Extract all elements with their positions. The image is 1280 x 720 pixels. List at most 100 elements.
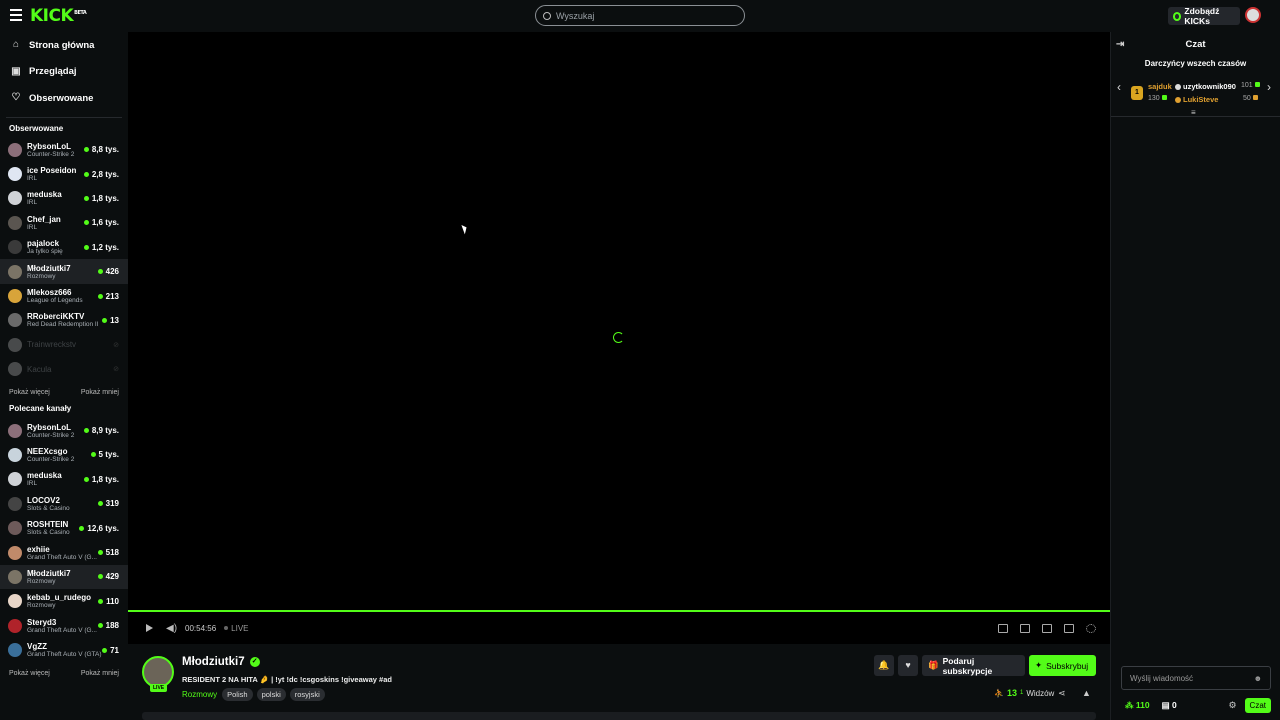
settings-gear-icon[interactable] xyxy=(1086,623,1096,633)
live-dot-icon xyxy=(83,195,89,201)
nav-home[interactable]: ⌂ Strona główna xyxy=(0,32,128,59)
streamer-name-row: Młodziutki7 ✓ xyxy=(182,656,260,668)
rank-badge: 1 xyxy=(1131,86,1143,100)
collapse-chat-icon[interactable]: ⇥ xyxy=(1116,39,1124,50)
menu-icon[interactable] xyxy=(10,9,22,21)
channel-item[interactable]: kebab_u_rudego Rozmowy 110 xyxy=(0,589,128,613)
chevron-right-icon[interactable]: › xyxy=(1267,80,1271,94)
subscribe-button[interactable]: ✦ Subskrybuj xyxy=(1029,655,1096,676)
live-dot-icon xyxy=(97,293,103,299)
loading-spinner-icon xyxy=(613,332,624,343)
play-icon[interactable] xyxy=(146,624,153,632)
channel-points[interactable]: ⁂ 110 xyxy=(1125,700,1150,711)
streamer-name[interactable]: Młodziutki7 xyxy=(182,656,245,668)
channel-item[interactable]: Kacula ⊘ xyxy=(0,357,128,381)
mini-player-icon[interactable] xyxy=(998,623,1008,633)
followed-show-more[interactable]: Pokaż więcej xyxy=(9,389,50,396)
chat-message-input[interactable]: Wyślij wiadomość ☻ xyxy=(1121,666,1271,690)
clip-icon[interactable] xyxy=(1020,623,1030,633)
search-input[interactable] xyxy=(556,10,736,21)
channel-avatar xyxy=(8,594,22,609)
channel-item[interactable]: RybsonLoL Counter-Strike 2 8,8 tys. xyxy=(0,138,128,162)
channel-text: Mlekosz666 League of Legends xyxy=(27,288,98,304)
gifter-2[interactable]: uzytkownik090 xyxy=(1175,82,1236,91)
recommended-show-controls: Pokaż więcej Pokaż mniej xyxy=(0,670,128,677)
sub-coin-icon xyxy=(1252,95,1258,100)
channel-text: VgZZ Grand Theft Auto V (GTA) xyxy=(27,642,102,658)
nav-following[interactable]: ♡ Obserwowane xyxy=(0,85,128,112)
tag[interactable]: Polish xyxy=(222,688,253,701)
channel-avatar xyxy=(8,313,22,328)
channel-item[interactable]: Trainwreckstv ⊘ xyxy=(0,333,128,357)
tag[interactable]: polski xyxy=(256,688,286,701)
gifters-title: Darczyńcy wszech czasów xyxy=(1144,59,1247,68)
get-kicks-button[interactable]: Zdobądź KICKs xyxy=(1168,6,1240,26)
star-icon: ✦ xyxy=(1035,660,1043,670)
channel-category: IRL xyxy=(27,480,38,488)
recommended-show-less[interactable]: Pokaż mniej xyxy=(81,670,119,677)
fullscreen-icon[interactable] xyxy=(1064,623,1074,633)
channel-item[interactable]: Młodziutki7 Rozmowy 426 xyxy=(0,259,128,284)
channel-item[interactable]: Młodziutki7 Rozmowy 429 xyxy=(0,564,128,590)
viewer-count: 1,8 tys. xyxy=(83,194,119,203)
channel-name: Kacula xyxy=(27,364,52,374)
gifts-counter[interactable]: ▤ 0 xyxy=(1162,700,1177,711)
user-badge-icon xyxy=(1175,84,1181,90)
notification-bell-icon[interactable]: 🔔 xyxy=(874,655,894,676)
recommended-show-more[interactable]: Pokaż więcej xyxy=(9,670,50,677)
channel-item[interactable]: meduska IRL 1,8 tys. xyxy=(0,467,128,491)
gift-subscription-button[interactable]: 🎁 Podaruj subskrypcje xyxy=(922,655,1025,676)
channel-category: League of Legends xyxy=(27,297,83,305)
channel-item[interactable]: Chef_jan IRL 1,6 tys. xyxy=(0,211,128,235)
viewers-sup: 1 xyxy=(1019,690,1024,696)
channel-name: RRoberciKKTV xyxy=(27,312,85,322)
nav-following-label: Obserwowane xyxy=(29,92,94,104)
volume-icon[interactable]: ◀) xyxy=(166,623,177,634)
viewer-count: 518 xyxy=(97,548,119,558)
gifter-amount-value: 50 xyxy=(1243,95,1251,102)
send-chat-button[interactable]: Czat xyxy=(1244,697,1271,713)
channel-category: Grand Theft Auto V (G... xyxy=(27,626,97,634)
channel-item[interactable]: ice Poseidon IRL 2,8 tys. xyxy=(0,162,128,186)
channel-item[interactable]: NEEXcsgo Counter-Strike 2 5 tys. xyxy=(0,443,128,467)
share-icon[interactable]: ⋖ xyxy=(1058,688,1066,699)
followed-show-less[interactable]: Pokaż mniej xyxy=(81,389,119,396)
channel-item[interactable]: RybsonLoL Counter-Strike 2 8,9 tys. xyxy=(0,418,128,442)
theater-mode-icon[interactable] xyxy=(1042,623,1052,633)
chevron-left-icon[interactable]: ‹ xyxy=(1117,80,1121,94)
channel-item[interactable]: LOCOV2 Slots & Casino 319 xyxy=(0,492,128,516)
channel-category: Grand Theft Auto V (G... xyxy=(27,553,97,561)
channel-item[interactable]: RRoberciKKTV Red Dead Redemption II 13 xyxy=(0,308,128,332)
category-link[interactable]: Rozmowy xyxy=(182,690,217,699)
channel-item[interactable]: VgZZ Grand Theft Auto V (GTA) 71 xyxy=(0,638,128,662)
channel-item[interactable]: pajalock Ja tylko śpię 1,2 tys. xyxy=(0,235,128,259)
follow-heart-icon[interactable]: ♥ xyxy=(898,655,918,676)
followed-section-title: Obserwowane xyxy=(9,123,64,133)
channel-item[interactable]: Mlekosz666 League of Legends 213 xyxy=(0,284,128,308)
viewer-count: 71 xyxy=(102,646,119,655)
viewer-count-value: 518 xyxy=(105,548,119,558)
channel-text: NEEXcsgo Counter-Strike 2 xyxy=(27,447,91,463)
tag[interactable]: rosyjski xyxy=(289,688,325,701)
expand-gifters-icon[interactable]: ≡ xyxy=(1191,108,1196,117)
channel-item[interactable]: ROSHTEIN Slots & Casino 12,6 tys. xyxy=(0,516,128,540)
channel-item[interactable]: Steryd3 Grand Theft Auto V (G... 188 xyxy=(0,614,128,638)
live-indicator[interactable]: LIVE xyxy=(224,624,249,633)
viewer-count: 12,6 tys. xyxy=(79,524,119,533)
gifter-3[interactable]: LukiSteve xyxy=(1175,95,1218,104)
chat-settings-icon[interactable]: ⚙ xyxy=(1228,700,1236,711)
video-player[interactable]: ◀) 00:54:56 LIVE xyxy=(128,32,1110,644)
channel-item[interactable]: exhiie Grand Theft Auto V (G... 518 xyxy=(0,540,128,564)
live-dot-icon xyxy=(102,317,108,323)
gifter-name[interactable]: sajduk xyxy=(1148,82,1172,91)
emoji-icon[interactable]: ☻ xyxy=(1254,674,1262,683)
search-bar[interactable] xyxy=(535,5,745,26)
report-icon[interactable]: ▲ xyxy=(1082,688,1091,698)
channel-avatar xyxy=(8,447,22,462)
viewers-label: Widzów xyxy=(1026,688,1055,698)
followed-channels-list: RybsonLoL Counter-Strike 2 8,8 tys. ice Pos… xyxy=(0,138,128,382)
user-avatar[interactable] xyxy=(1245,7,1261,23)
nav-browse[interactable]: ▣ Przeglądaj xyxy=(0,59,128,86)
channel-item[interactable]: meduska IRL 1,8 tys. xyxy=(0,186,128,210)
kick-logo[interactable]: KICKBETA xyxy=(30,6,87,26)
